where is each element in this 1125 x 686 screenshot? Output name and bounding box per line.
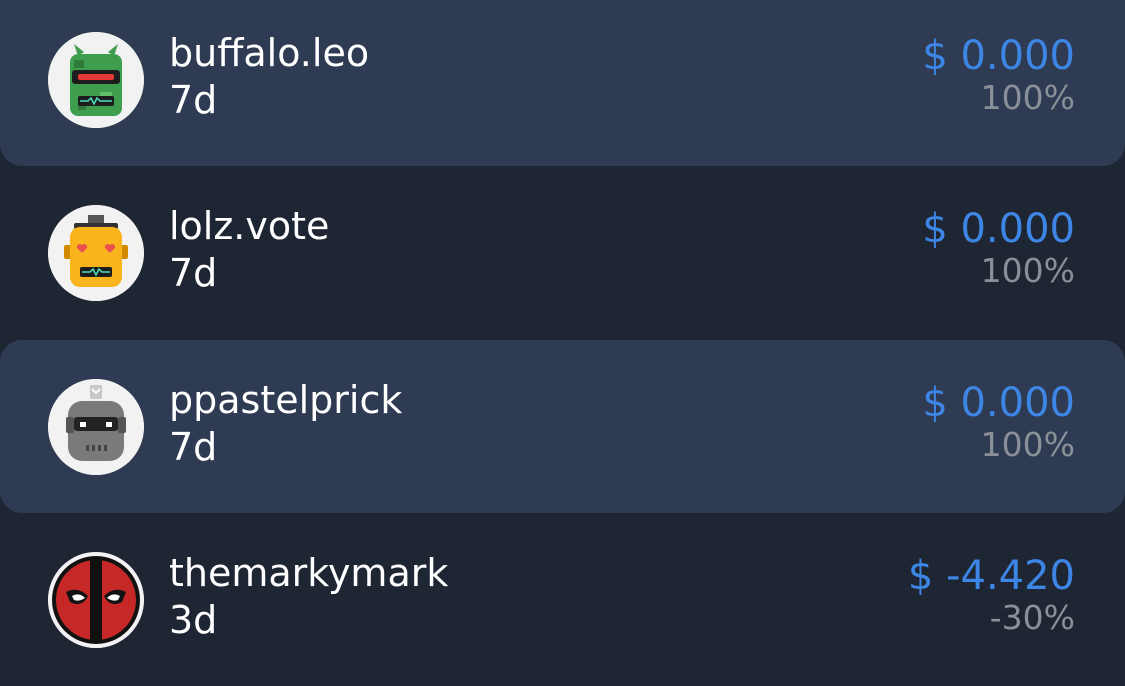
- vote-value: $ 0.000: [922, 379, 1075, 426]
- vote-value: $ 0.000: [922, 33, 1075, 79]
- vote-value: $ -4.420: [907, 552, 1075, 599]
- voter-name[interactable]: themarkymark: [169, 550, 448, 596]
- vote-percent: -30%: [989, 597, 1075, 637]
- vote-value: $ 0.000: [922, 206, 1075, 252]
- voter-name[interactable]: ppastelprick: [169, 377, 402, 423]
- yellow-heart-eyes-robot-avatar-icon[interactable]: [48, 205, 144, 301]
- list-item[interactable]: buffalo.leo 7d $ 0.000 100%: [0, 0, 1125, 166]
- vote-age: 7d: [169, 251, 218, 295]
- list-item[interactable]: ppastelprick 7d $ 0.000 100%: [0, 340, 1125, 513]
- list-item[interactable]: themarkymark 3d $ -4.420 -30%: [0, 513, 1125, 686]
- grey-robot-avatar-icon[interactable]: [48, 378, 144, 475]
- voter-name[interactable]: lolz.vote: [169, 203, 329, 249]
- vote-percent: 100%: [980, 251, 1075, 290]
- vote-age: 7d: [169, 78, 218, 122]
- list-item[interactable]: lolz.vote 7d $ 0.000 100%: [0, 167, 1125, 339]
- voters-list: buffalo.leo 7d $ 0.000 100% lolz.vote 7d…: [0, 0, 1125, 686]
- vote-age: 7d: [169, 424, 218, 469]
- vote-percent: 100%: [980, 424, 1075, 464]
- vote-age: 3d: [169, 597, 218, 642]
- voter-name[interactable]: buffalo.leo: [169, 30, 369, 76]
- deadpool-mask-avatar-icon[interactable]: [48, 551, 144, 648]
- vote-percent: 100%: [980, 78, 1075, 117]
- green-robot-avatar-icon[interactable]: [48, 32, 144, 128]
